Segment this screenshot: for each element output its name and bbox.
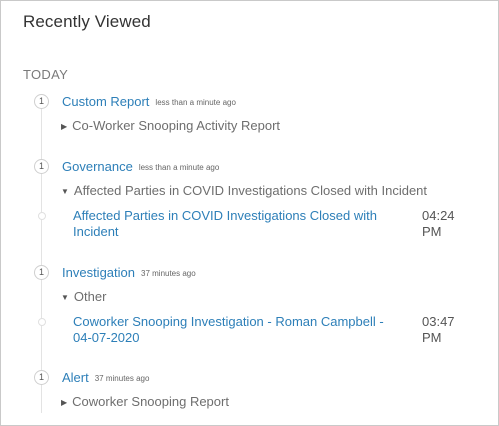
item-line: Affected Parties in COVID Investigations… xyxy=(73,208,377,223)
item-line: Coworker Snooping Investigation - Roman … xyxy=(73,314,384,329)
recently-viewed-panel: Recently Viewed TODAY 1 Custom Report les… xyxy=(0,0,499,426)
recent-item-link-affected-parties[interactable]: Affected Parties in COVID Investigations… xyxy=(73,208,403,240)
item-timestamp: 04:24 PM xyxy=(422,208,462,240)
time-ago: less than a minute ago xyxy=(155,98,236,107)
group-count-badge: 1 xyxy=(34,370,49,385)
time-ago: 37 minutes ago xyxy=(141,269,196,278)
timeline-line xyxy=(41,107,42,413)
item-time-line: PM xyxy=(422,224,442,239)
item-time-line: PM xyxy=(422,330,442,345)
caret-right-icon: ▶ xyxy=(61,122,68,131)
item-time-line: 04:24 xyxy=(422,208,455,223)
time-ago: 37 minutes ago xyxy=(94,374,150,383)
category-link-governance[interactable]: Governance less than a minute ago xyxy=(62,159,219,174)
subgroup-toggle-coworker-snooping-report[interactable]: ▶ Coworker Snooping Report xyxy=(61,394,229,409)
category-link-investigation[interactable]: Investigation 37 minutes ago xyxy=(62,265,196,280)
category-label: Alert xyxy=(62,370,89,385)
section-label-today: TODAY xyxy=(23,67,69,82)
time-ago: less than a minute ago xyxy=(138,163,220,172)
recent-item-link-coworker-investigation[interactable]: Coworker Snooping Investigation - Roman … xyxy=(73,314,403,346)
timeline-dot xyxy=(38,318,46,326)
subgroup-label: Coworker Snooping Report xyxy=(72,394,229,409)
subgroup-toggle-co-worker-snooping[interactable]: ▶ Co-Worker Snooping Activity Report xyxy=(61,118,280,133)
item-line: Incident xyxy=(73,224,119,239)
category-link-custom-report[interactable]: Custom Report less than a minute ago xyxy=(62,94,236,109)
panel-title: Recently Viewed xyxy=(23,12,151,31)
timeline-dot xyxy=(38,212,46,220)
caret-right-icon: ▶ xyxy=(61,398,68,407)
subgroup-toggle-affected-parties[interactable]: ▼ Affected Parties in COVID Investigation… xyxy=(61,183,427,198)
subgroup-label: Other xyxy=(73,289,107,304)
item-time-line: 03:47 xyxy=(422,314,455,329)
group-count-badge: 1 xyxy=(34,159,49,174)
category-link-alert[interactable]: Alert 37 minutes ago xyxy=(62,370,149,385)
group-count-badge: 1 xyxy=(34,94,49,109)
category-label: Investigation xyxy=(62,265,135,280)
subgroup-label: Co-Worker Snooping Activity Report xyxy=(72,118,281,133)
subgroup-label: Affected Parties in COVID Investigations… xyxy=(73,183,428,198)
caret-down-icon: ▼ xyxy=(61,293,69,302)
category-label: Custom Report xyxy=(62,94,150,109)
subgroup-toggle-other[interactable]: ▼ Other xyxy=(61,289,106,304)
group-count-badge: 1 xyxy=(34,265,49,280)
caret-down-icon: ▼ xyxy=(61,187,69,196)
item-timestamp: 03:47 PM xyxy=(422,314,462,346)
category-label: Governance xyxy=(62,159,133,174)
item-line: 04-07-2020 xyxy=(73,330,140,345)
